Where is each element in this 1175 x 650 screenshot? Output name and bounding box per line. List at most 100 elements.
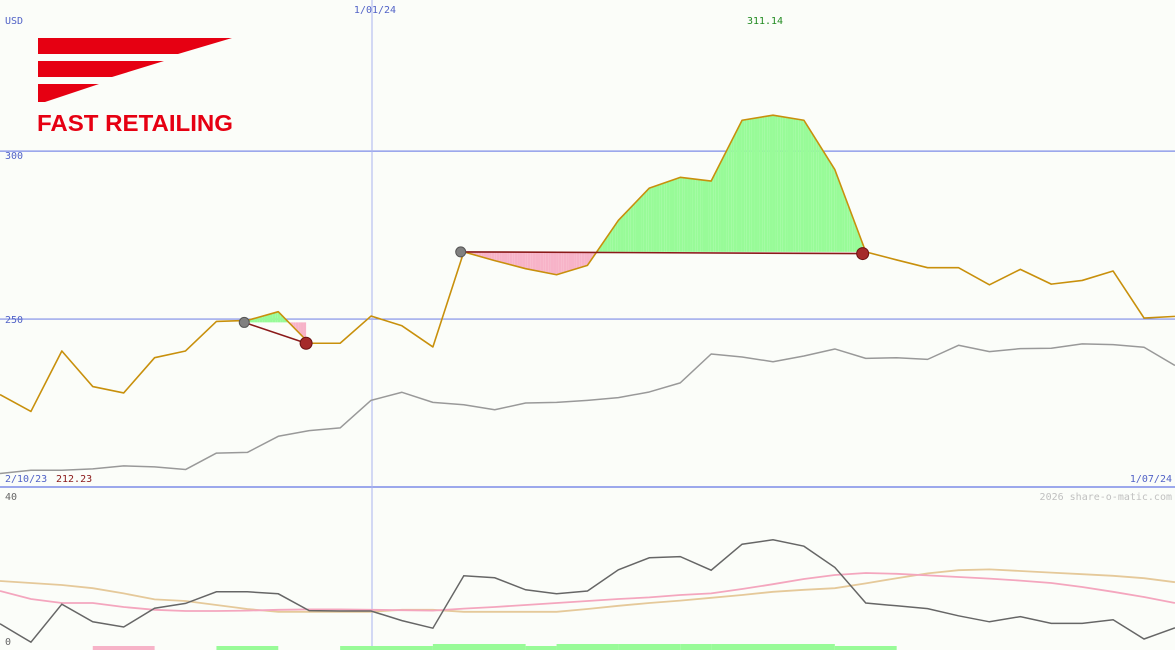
trade-1-exit-marker [299, 336, 313, 350]
ytick-label-300: 300 [5, 151, 23, 162]
trade-2-fill-segment [674, 178, 678, 252]
trade-2-fill-segment [723, 151, 727, 252]
trade-2-fill-segment [550, 251, 554, 275]
brand-logo: FAST RETAILING [37, 38, 233, 136]
trade-2-fill-segment [659, 183, 662, 252]
trade-2-fill-segment [757, 117, 760, 252]
trade-2-fill-segment [795, 118, 799, 252]
trade-2-fill-segment [702, 180, 706, 252]
trade-2-fill-segment [713, 171, 716, 252]
trade-2-fill-segment [749, 118, 752, 252]
trade-2-fill-segment [785, 117, 788, 252]
trade-2-fill-segment [715, 166, 719, 252]
trade-2-fill-segment [805, 123, 809, 252]
signal-bar-1 [92, 646, 155, 650]
trade-2-fill-segment [543, 251, 546, 273]
trade-2-fill-segment [517, 251, 520, 268]
trade-2-fill-segment [790, 118, 794, 252]
logo-stripe-bottom [38, 84, 99, 102]
trade-2-fill-segment [638, 196, 642, 252]
brand-name: FAST RETAILING [37, 110, 233, 136]
copyright-label: 2026 share-o-matic.com [1040, 492, 1172, 503]
grid-layer [0, 0, 1175, 647]
trade-2-fill-segment [671, 179, 675, 252]
trade-2-fill-segment [553, 251, 557, 275]
gain-loss-fills [244, 115, 863, 341]
trade-2-fill-segment [633, 202, 636, 252]
trade-2-fill-segment [661, 182, 665, 252]
trade-2-fill-segment [826, 156, 830, 252]
trade-2-fill-segment [566, 251, 569, 272]
signal-bar-2 [216, 646, 279, 650]
signal-bar-11 [834, 646, 897, 650]
date-marker-label: 1/01/24 [354, 5, 396, 16]
trade-2-fill-segment [656, 184, 660, 252]
trade-2-fill-segment [628, 207, 631, 252]
trade-2-fill-segment [664, 181, 667, 252]
trade-2-fill-segment [677, 177, 680, 252]
trade-2-fill-segment [540, 251, 544, 273]
trade-2-fill-segment [532, 251, 536, 271]
signal-bar-8 [680, 644, 712, 650]
trade-2-fill-segment [561, 251, 564, 274]
trade-2-fill-segment [617, 218, 621, 252]
trade-2-exit-marker [856, 247, 870, 261]
trade-2-entry-marker [455, 246, 467, 258]
trade-2-fill-segment [708, 180, 711, 252]
trade-2-fill-segment [738, 121, 742, 252]
osc-max-label: 40 [5, 492, 17, 503]
signal-bar-10 [773, 644, 835, 650]
series-lines [0, 114, 1175, 475]
trade-2-fill-segment [829, 160, 832, 252]
signal-bar-6 [556, 644, 619, 650]
trade-2-fill-segment [576, 251, 580, 269]
trade-2-fill-segment [836, 175, 840, 252]
trade-2-fill-segment [574, 251, 577, 270]
trade-2-fill-segment [692, 178, 696, 252]
logo-stripe-top [38, 38, 232, 54]
start-date-label: 2/10/23 [5, 474, 47, 485]
trade-1-entry-marker [238, 316, 250, 328]
trade-2-fill-segment [579, 251, 582, 268]
trade-2-fill-segment [787, 117, 791, 252]
trade-2-fill-segment [623, 212, 626, 252]
trade-2-fill-segment [646, 188, 649, 252]
trade-2-fill-segment [816, 139, 819, 252]
trade-2-fill-segment [793, 118, 796, 252]
trade-2-fill-segment [718, 161, 721, 252]
trade-2-fill-segment [731, 136, 734, 252]
trade-2-fill-segment [777, 115, 781, 252]
low-value-label: 212.23 [56, 474, 92, 485]
trade-2-fill-segment [682, 177, 685, 252]
trade-2-fill-segment [501, 251, 505, 264]
trade-2-fill-segment [568, 251, 572, 271]
trade-2-fill-segment [635, 199, 639, 252]
signal-bar-9 [711, 644, 773, 650]
trade-2-fill-segment [782, 116, 786, 252]
trade-2-fill-segment [751, 118, 755, 252]
trade-2-fill-segment [643, 191, 647, 252]
trade-2-fill-segment [545, 251, 549, 274]
trade-2-fill-segment [509, 251, 513, 266]
trade-2-fill-segment [630, 204, 634, 252]
trade-2-fill-segment [679, 177, 683, 252]
trade-2-fill-segment [615, 221, 618, 252]
trade-2-fill-segment [780, 116, 783, 252]
trade-1-fill-segment [272, 312, 276, 323]
trade-2-fill-segment [695, 179, 698, 252]
trade-2-fill-segment [620, 215, 624, 252]
trade-2-fill-segment [762, 116, 765, 252]
trade-2-fill-segment [499, 251, 502, 263]
trade-2-fill-segment [834, 168, 837, 252]
trade-2-fill-segment [764, 116, 768, 252]
trade-2-fill-segment [514, 251, 518, 267]
trade-2-fill-segment [666, 181, 670, 252]
trade-2-fill-segment [548, 251, 551, 274]
trade-2-fill-segment [556, 251, 559, 275]
trade-2-fill-segment [769, 115, 773, 252]
trade-1-fill-segment [275, 311, 278, 323]
trade-2-fill-segment [744, 119, 747, 252]
trade-2-fill-segment [772, 115, 776, 252]
trade-2-fill-segment [824, 152, 827, 252]
logo-stripe-middle [38, 61, 164, 77]
